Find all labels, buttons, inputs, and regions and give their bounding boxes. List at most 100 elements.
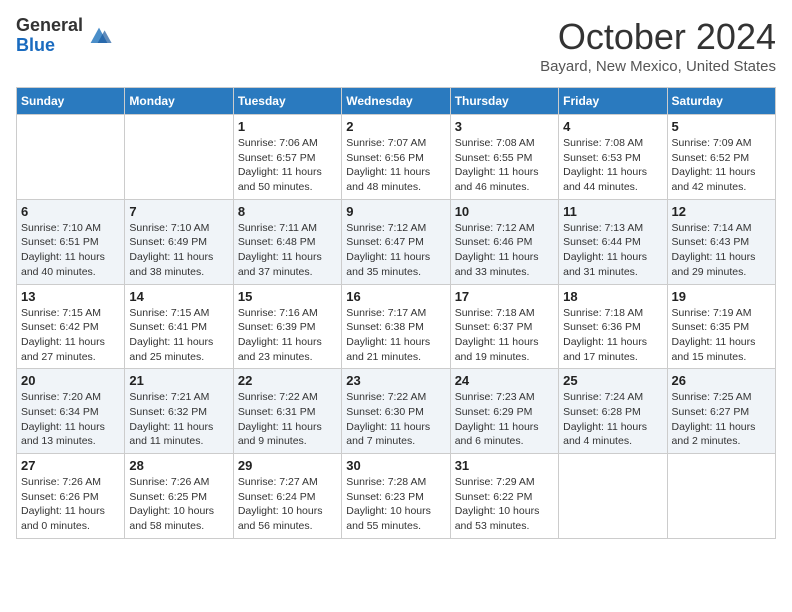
day-info: Sunrise: 7:22 AMSunset: 6:31 PMDaylight:… <box>238 390 337 449</box>
day-info: Sunrise: 7:17 AMSunset: 6:38 PMDaylight:… <box>346 306 445 365</box>
day-number: 24 <box>455 373 554 388</box>
day-number: 19 <box>672 289 771 304</box>
logo-general-text: General <box>16 15 83 35</box>
calendar-cell: 18 Sunrise: 7:18 AMSunset: 6:36 PMDayligh… <box>559 284 667 369</box>
calendar-cell <box>17 115 125 200</box>
day-number: 2 <box>346 119 445 134</box>
calendar-cell: 30 Sunrise: 7:28 AMSunset: 6:23 PMDayligh… <box>342 454 450 539</box>
calendar-cell: 28 Sunrise: 7:26 AMSunset: 6:25 PMDayligh… <box>125 454 233 539</box>
day-number: 16 <box>346 289 445 304</box>
calendar-cell: 4 Sunrise: 7:08 AMSunset: 6:53 PMDaylight… <box>559 115 667 200</box>
day-info: Sunrise: 7:09 AMSunset: 6:52 PMDaylight:… <box>672 136 771 195</box>
day-info: Sunrise: 7:15 AMSunset: 6:42 PMDaylight:… <box>21 306 120 365</box>
calendar-week-row: 27 Sunrise: 7:26 AMSunset: 6:26 PMDayligh… <box>17 454 776 539</box>
day-of-week-header: Tuesday <box>233 88 341 115</box>
day-number: 13 <box>21 289 120 304</box>
calendar-cell: 22 Sunrise: 7:22 AMSunset: 6:31 PMDayligh… <box>233 369 341 454</box>
logo: General Blue <box>16 16 113 56</box>
calendar-cell: 10 Sunrise: 7:12 AMSunset: 6:46 PMDayligh… <box>450 199 558 284</box>
day-number: 12 <box>672 204 771 219</box>
calendar-cell: 15 Sunrise: 7:16 AMSunset: 6:39 PMDayligh… <box>233 284 341 369</box>
day-info: Sunrise: 7:26 AMSunset: 6:26 PMDaylight:… <box>21 475 120 534</box>
calendar-cell: 25Sunrise: 7:24 AMSunset: 6:28 PMDayligh… <box>559 369 667 454</box>
day-info: Sunrise: 7:18 AMSunset: 6:37 PMDaylight:… <box>455 306 554 365</box>
day-of-week-header: Saturday <box>667 88 775 115</box>
day-number: 20 <box>21 373 120 388</box>
day-info: Sunrise: 7:18 AMSunset: 6:36 PMDaylight:… <box>563 306 662 365</box>
day-number: 10 <box>455 204 554 219</box>
calendar-week-row: 6 Sunrise: 7:10 AMSunset: 6:51 PMDaylight… <box>17 199 776 284</box>
calendar-cell: 6 Sunrise: 7:10 AMSunset: 6:51 PMDaylight… <box>17 199 125 284</box>
month-title: October 2024 <box>540 16 776 58</box>
day-number: 22 <box>238 373 337 388</box>
day-number: 31 <box>455 458 554 473</box>
calendar-cell: 12 Sunrise: 7:14 AMSunset: 6:43 PMDayligh… <box>667 199 775 284</box>
calendar-week-row: 20 Sunrise: 7:20 AMSunset: 6:34 PMDayligh… <box>17 369 776 454</box>
calendar-cell <box>125 115 233 200</box>
day-info: Sunrise: 7:23 AMSunset: 6:29 PMDaylight:… <box>455 390 554 449</box>
day-info: Sunrise: 7:16 AMSunset: 6:39 PMDaylight:… <box>238 306 337 365</box>
day-of-week-header: Sunday <box>17 88 125 115</box>
day-number: 8 <box>238 204 337 219</box>
day-info: Sunrise: 7:12 AMSunset: 6:47 PMDaylight:… <box>346 221 445 280</box>
location: Bayard, New Mexico, United States <box>540 58 776 75</box>
calendar-cell: 5Sunrise: 7:09 AMSunset: 6:52 PMDaylight… <box>667 115 775 200</box>
calendar-cell <box>667 454 775 539</box>
calendar-week-row: 13 Sunrise: 7:15 AMSunset: 6:42 PMDayligh… <box>17 284 776 369</box>
logo-blue-text: Blue <box>16 35 55 55</box>
day-of-week-header: Friday <box>559 88 667 115</box>
day-number: 29 <box>238 458 337 473</box>
calendar-cell: 2Sunrise: 7:07 AMSunset: 6:56 PMDaylight… <box>342 115 450 200</box>
calendar-week-row: 1 Sunrise: 7:06 AMSunset: 6:57 PMDaylight… <box>17 115 776 200</box>
day-number: 30 <box>346 458 445 473</box>
day-info: Sunrise: 7:08 AMSunset: 6:55 PMDaylight:… <box>455 136 554 195</box>
calendar-cell: 19 Sunrise: 7:19 AMSunset: 6:35 PMDayligh… <box>667 284 775 369</box>
calendar-cell: 20 Sunrise: 7:20 AMSunset: 6:34 PMDayligh… <box>17 369 125 454</box>
day-info: Sunrise: 7:12 AMSunset: 6:46 PMDaylight:… <box>455 221 554 280</box>
day-info: Sunrise: 7:10 AMSunset: 6:51 PMDaylight:… <box>21 221 120 280</box>
day-info: Sunrise: 7:21 AMSunset: 6:32 PMDaylight:… <box>129 390 228 449</box>
calendar-cell: 24 Sunrise: 7:23 AMSunset: 6:29 PMDayligh… <box>450 369 558 454</box>
day-info: Sunrise: 7:10 AMSunset: 6:49 PMDaylight:… <box>129 221 228 280</box>
calendar-cell: 29 Sunrise: 7:27 AMSunset: 6:24 PMDayligh… <box>233 454 341 539</box>
day-info: Sunrise: 7:27 AMSunset: 6:24 PMDaylight:… <box>238 475 337 534</box>
day-of-week-header: Wednesday <box>342 88 450 115</box>
calendar-cell: 1 Sunrise: 7:06 AMSunset: 6:57 PMDaylight… <box>233 115 341 200</box>
calendar-cell: 27 Sunrise: 7:26 AMSunset: 6:26 PMDayligh… <box>17 454 125 539</box>
day-info: Sunrise: 7:29 AMSunset: 6:22 PMDaylight:… <box>455 475 554 534</box>
day-number: 18 <box>563 289 662 304</box>
day-number: 3 <box>455 119 554 134</box>
page-header: General Blue October 2024 Bayard, New Me… <box>16 16 776 75</box>
day-number: 6 <box>21 204 120 219</box>
day-info: Sunrise: 7:26 AMSunset: 6:25 PMDaylight:… <box>129 475 228 534</box>
day-info: Sunrise: 7:06 AMSunset: 6:57 PMDaylight:… <box>238 136 337 195</box>
day-number: 17 <box>455 289 554 304</box>
day-number: 28 <box>129 458 228 473</box>
day-number: 9 <box>346 204 445 219</box>
calendar-cell: 14Sunrise: 7:15 AMSunset: 6:41 PMDayligh… <box>125 284 233 369</box>
day-info: Sunrise: 7:14 AMSunset: 6:43 PMDaylight:… <box>672 221 771 280</box>
day-info: Sunrise: 7:19 AMSunset: 6:35 PMDaylight:… <box>672 306 771 365</box>
day-number: 4 <box>563 119 662 134</box>
day-number: 25 <box>563 373 662 388</box>
day-info: Sunrise: 7:28 AMSunset: 6:23 PMDaylight:… <box>346 475 445 534</box>
calendar-cell: 23Sunrise: 7:22 AMSunset: 6:30 PMDayligh… <box>342 369 450 454</box>
day-info: Sunrise: 7:13 AMSunset: 6:44 PMDaylight:… <box>563 221 662 280</box>
calendar-table: SundayMondayTuesdayWednesdayThursdayFrid… <box>16 87 776 539</box>
day-info: Sunrise: 7:20 AMSunset: 6:34 PMDaylight:… <box>21 390 120 449</box>
day-info: Sunrise: 7:08 AMSunset: 6:53 PMDaylight:… <box>563 136 662 195</box>
calendar-header-row: SundayMondayTuesdayWednesdayThursdayFrid… <box>17 88 776 115</box>
day-of-week-header: Monday <box>125 88 233 115</box>
day-number: 7 <box>129 204 228 219</box>
day-info: Sunrise: 7:11 AMSunset: 6:48 PMDaylight:… <box>238 221 337 280</box>
day-of-week-header: Thursday <box>450 88 558 115</box>
calendar-cell: 21Sunrise: 7:21 AMSunset: 6:32 PMDayligh… <box>125 369 233 454</box>
calendar-cell: 3 Sunrise: 7:08 AMSunset: 6:55 PMDaylight… <box>450 115 558 200</box>
day-number: 15 <box>238 289 337 304</box>
day-number: 14 <box>129 289 228 304</box>
day-number: 27 <box>21 458 120 473</box>
calendar-cell: 13 Sunrise: 7:15 AMSunset: 6:42 PMDayligh… <box>17 284 125 369</box>
logo-icon <box>85 22 113 50</box>
day-number: 1 <box>238 119 337 134</box>
calendar-cell: 9 Sunrise: 7:12 AMSunset: 6:47 PMDaylight… <box>342 199 450 284</box>
